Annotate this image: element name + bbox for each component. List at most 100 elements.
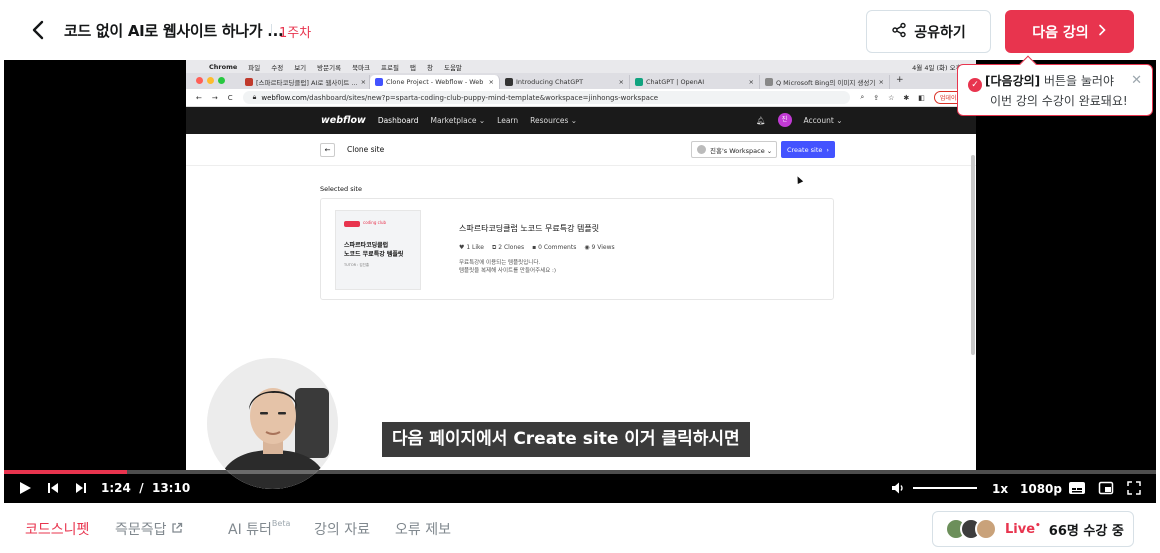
- tab-label: [스파르타코딩클럽] AI로 웹사이트 ...: [256, 79, 358, 87]
- close-icon: ×: [488, 78, 494, 86]
- chevron-right-icon: [1097, 24, 1107, 40]
- volume-icon[interactable]: [890, 480, 906, 499]
- site-title: 스파르타코딩클럽 노코드 무료특강 템플릿: [459, 224, 600, 233]
- workspace-label: 진홍's Workspace ⌄: [710, 146, 773, 155]
- tooltip-highlight: [다음강의]: [985, 74, 1041, 88]
- nav-dashboard: Dashboard: [377, 116, 419, 125]
- new-tab-icon: +: [896, 75, 904, 85]
- url-host: webflow.com: [261, 93, 307, 102]
- picture-in-picture-icon[interactable]: [1098, 480, 1114, 499]
- live-label: Live: [1005, 522, 1036, 537]
- subtitles-icon[interactable]: [1068, 480, 1086, 499]
- create-site-button: Create site ›: [781, 141, 835, 158]
- menu-item: 창: [426, 63, 433, 72]
- nav-account: Account ⌄: [803, 115, 843, 125]
- tab-label: Q Microsoft Bing의 이미지 생성기: [776, 79, 876, 87]
- player-controls: 1:24 / 13:10 1x 1080p: [4, 474, 1156, 503]
- url-path: /dashboard/sites/new?p=sparta-coding-clu…: [306, 93, 659, 102]
- menu-item: 북마크: [352, 63, 371, 72]
- time-display: 1:24 / 13:10: [101, 481, 190, 495]
- menu-item: 프로필: [381, 63, 399, 72]
- quality-button[interactable]: 1080p: [1020, 482, 1062, 496]
- webflow-nav-right: 🔔︎ 진 Account ⌄: [756, 113, 842, 127]
- next-lecture-button[interactable]: 다음 강의: [1005, 10, 1134, 53]
- browser-tab: [스파르타코딩클럽] AI로 웹사이트 ... ×: [240, 75, 370, 89]
- tab-label: AI 튜터: [228, 522, 272, 538]
- lecture-tab-bar: 코드스니펫 즉문즉답 AI 튜터Beta 강의 자료 오류 제보 Live• 6…: [0, 503, 1160, 553]
- favicon-icon: [245, 78, 253, 86]
- thumbnail-subtitle: TUTOR : 김진홍: [344, 263, 370, 267]
- menu-item: 도움말: [443, 63, 462, 72]
- share-icon: [891, 22, 907, 42]
- share-label: 공유하기: [914, 24, 966, 41]
- description-line: 템플릿을 복제해 사이트를 만들어주세요 :): [459, 268, 557, 274]
- next-lecture-label: 다음 강의: [1032, 24, 1089, 41]
- clone-site-title: Clone site: [347, 145, 385, 154]
- webflow-nav: webflow Dashboard Marketplace ⌄ Learn Re…: [186, 107, 976, 134]
- fullscreen-icon[interactable]: [1126, 480, 1142, 499]
- mac-menu-bar: Chrome 파일 수정 보기 방문기록 북마크 프로필 탭 창 도움말 4월 …: [186, 60, 976, 73]
- nav-learn: Learn: [497, 116, 519, 125]
- tooltip-line2: 이번 강의 수강이 완료돼요!: [990, 94, 1128, 108]
- clone-site-header: ← Clone site 진홍's Workspace ⌄ Create sit…: [186, 134, 976, 166]
- tooltip-line1: 버튼을 눌러야: [1040, 74, 1115, 88]
- star-icon: ☆: [888, 93, 895, 102]
- playback-speed-button[interactable]: 1x: [992, 482, 1008, 496]
- description-line: 무료특강에 이용되는 템플릿입니다.: [459, 260, 541, 266]
- brand-logo: [344, 221, 360, 227]
- tab-ai-tutor[interactable]: AI 튜터Beta: [228, 519, 290, 539]
- site-card: coding club 스파르타코딩클럽 노코드 무료특강 템플릿 TUTOR …: [320, 198, 834, 300]
- tab-instant-qa[interactable]: 즉문즉답: [115, 519, 183, 539]
- heart-icon: ♥: [459, 244, 465, 251]
- tab-code-snippet[interactable]: 코드스니펫: [25, 519, 89, 539]
- maximize-dot-icon: [218, 77, 225, 84]
- favicon-icon: [765, 78, 773, 86]
- external-link-icon: [171, 522, 183, 538]
- close-icon[interactable]: ✕: [1131, 71, 1142, 90]
- beta-badge: Beta: [271, 519, 291, 528]
- browser-tab: Q Microsoft Bing의 이미지 생성기 ×: [760, 75, 890, 89]
- comment-icon: ▪: [532, 244, 537, 251]
- nav-resources: Resources ⌄: [530, 116, 578, 125]
- create-site-label: Create site: [786, 145, 823, 154]
- current-time: 1:24: [101, 481, 131, 495]
- reload-icon: C: [227, 93, 233, 102]
- browser-tab-bar: [스파르타코딩클럽] AI로 웹사이트 ... × Clone Project -…: [186, 73, 976, 89]
- menu-item: 수정: [271, 63, 284, 72]
- tab-report-error[interactable]: 오류 제보: [395, 519, 451, 539]
- back-arrow-icon[interactable]: [28, 19, 50, 41]
- nav-marketplace: Marketplace ⌄: [430, 116, 486, 125]
- close-icon: ×: [748, 78, 754, 86]
- skip-forward-icon[interactable]: [74, 481, 88, 498]
- views-count: 9 Views: [591, 244, 615, 251]
- mouse-cursor-icon: [794, 175, 804, 184]
- brand-logo-text: coding club: [363, 220, 387, 225]
- divider: [271, 24, 272, 36]
- chevron-right-icon: ›: [826, 145, 829, 154]
- site-description: 무료특강에 이용되는 템플릿입니다. 템플릿을 복제해 사이트를 만들어주세요 …: [459, 259, 556, 275]
- video-player[interactable]: Chrome 파일 수정 보기 방문기록 북마크 프로필 탭 창 도움말 4월 …: [4, 60, 1156, 503]
- minimize-dot-icon: [207, 77, 214, 84]
- volume-slider[interactable]: [913, 487, 977, 489]
- menu-item: 보기: [294, 63, 307, 72]
- share-button[interactable]: 공유하기: [866, 10, 991, 53]
- viewer-avatars: [945, 518, 997, 540]
- close-icon: ×: [878, 78, 884, 86]
- selected-site-label: Selected site: [320, 185, 362, 193]
- thumbnail-title: 스파르타코딩클럽 노코드 무료특강 템플릿: [344, 241, 403, 259]
- check-circle-icon: ✓: [968, 78, 982, 92]
- avatar: [975, 518, 997, 540]
- week-label: 1주차: [279, 26, 312, 41]
- play-icon[interactable]: [18, 481, 32, 498]
- thumbnail-title-line: 스파르타코딩클럽: [344, 242, 389, 249]
- live-viewers: Live• 66명 수강 중: [932, 511, 1134, 547]
- favicon-icon: [505, 78, 513, 86]
- time-separator: /: [139, 481, 144, 495]
- duration: 13:10: [151, 481, 191, 495]
- skip-back-icon[interactable]: [46, 481, 60, 498]
- tab-materials[interactable]: 강의 자료: [314, 519, 370, 539]
- browser-tab: Introducing ChatGPT ×: [500, 75, 630, 89]
- close-icon: ×: [360, 78, 367, 86]
- workspace-icon: [697, 145, 706, 154]
- scrollbar: [971, 155, 975, 355]
